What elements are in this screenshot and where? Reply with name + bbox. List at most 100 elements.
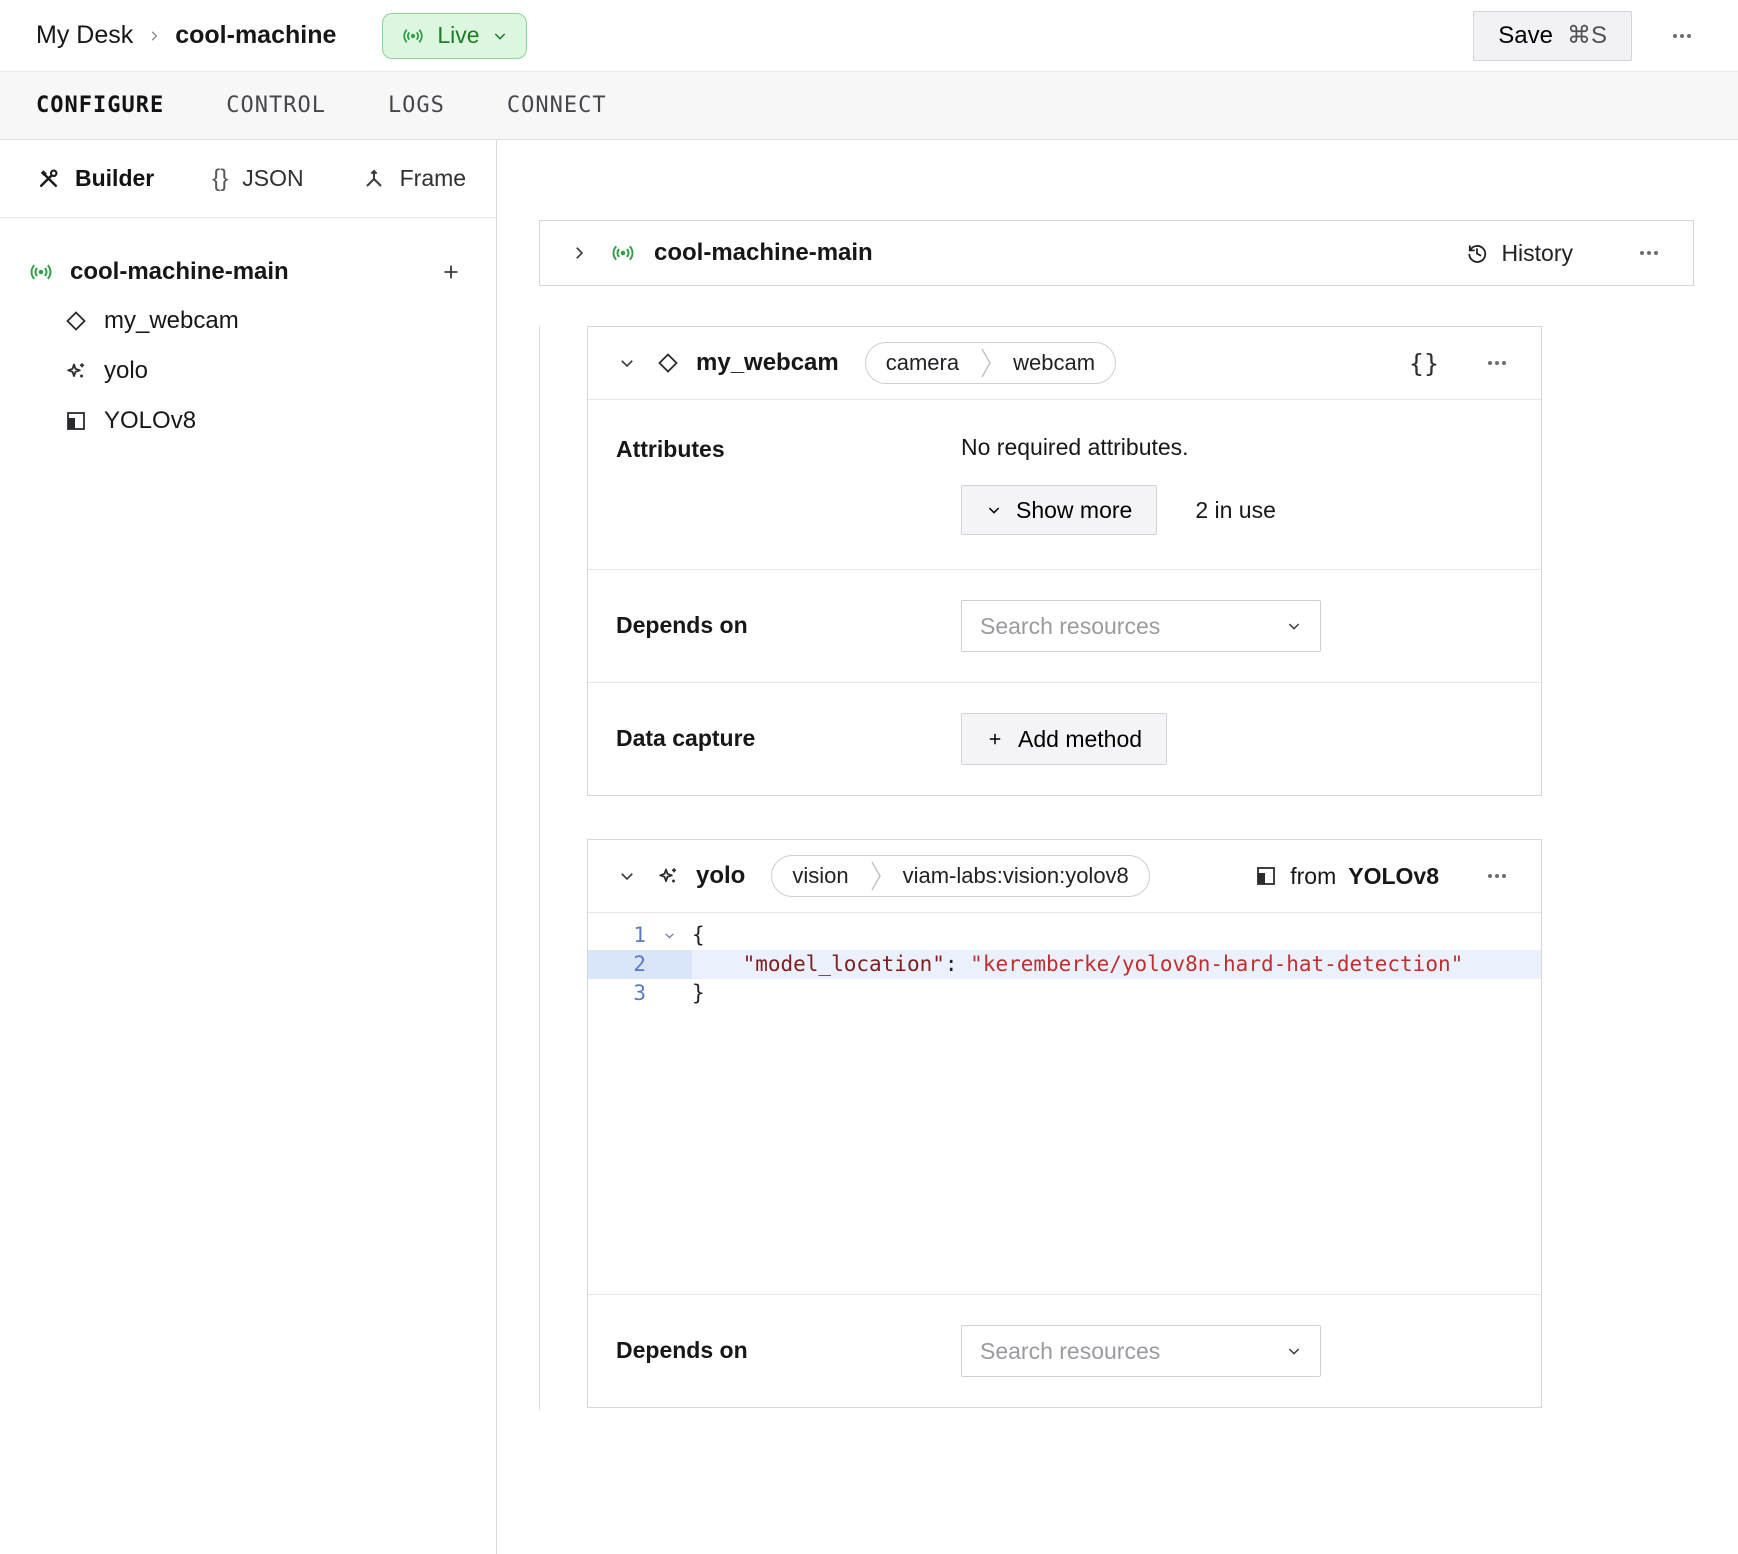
tree-item-yolov8-module[interactable]: YOLOv8 bbox=[28, 396, 468, 446]
show-more-label: Show more bbox=[1016, 497, 1132, 524]
live-status-dropdown[interactable]: Live bbox=[382, 13, 526, 59]
from-label: from bbox=[1290, 863, 1336, 890]
line-number: 2 bbox=[588, 950, 646, 979]
plus-icon bbox=[986, 730, 1004, 748]
tree-item-label: yolo bbox=[104, 357, 148, 385]
breadcrumb: My Desk cool-machine bbox=[36, 21, 336, 50]
sparkle-icon bbox=[656, 864, 680, 888]
module-icon bbox=[64, 409, 88, 433]
from-module-link[interactable]: from YOLOv8 bbox=[1254, 863, 1439, 890]
breadcrumb-separator-icon bbox=[147, 29, 161, 43]
top-bar-overflow-menu-icon[interactable] bbox=[1662, 16, 1702, 56]
from-module-name: YOLOv8 bbox=[1348, 863, 1439, 890]
tab-connect[interactable]: CONNECT bbox=[507, 93, 607, 118]
pill-separator-icon bbox=[869, 858, 883, 894]
attributes-label: Attributes bbox=[616, 434, 961, 535]
top-bar: My Desk cool-machine Live Save ⌘S bbox=[0, 0, 1738, 72]
webcam-attributes-section: Attributes No required attributes. Show … bbox=[588, 399, 1541, 569]
config-mode-switcher: Builder {} JSON Frame bbox=[0, 140, 496, 218]
webcam-overflow-menu-icon[interactable] bbox=[1479, 345, 1515, 381]
depends-select-placeholder: Search resources bbox=[980, 613, 1286, 640]
webcam-json-mode-icon[interactable]: {} bbox=[1409, 349, 1439, 378]
code-line-3: 3 } bbox=[588, 979, 1541, 1008]
component-model-pill: webcam bbox=[993, 350, 1115, 376]
code-value-token: "keremberke/yolov8n-hard-hat-detection" bbox=[970, 952, 1463, 976]
part-children-container: my_webcam camera webcam {} A bbox=[539, 326, 1694, 1410]
webcam-depends-section: Depends on Search resources bbox=[588, 569, 1541, 682]
breadcrumb-current: cool-machine bbox=[175, 21, 336, 50]
mode-builder[interactable]: Builder bbox=[36, 165, 154, 192]
code-indent bbox=[692, 952, 743, 976]
module-icon bbox=[1254, 864, 1278, 888]
tab-control[interactable]: CONTROL bbox=[226, 93, 326, 118]
machine-part-broadcast-icon bbox=[610, 240, 636, 266]
config-main-panel: cool-machine-main History bbox=[497, 140, 1738, 1554]
pill-separator-icon bbox=[979, 345, 993, 381]
code-colon-token: : bbox=[945, 952, 970, 976]
history-button[interactable]: History bbox=[1465, 240, 1573, 267]
add-component-icon[interactable] bbox=[434, 255, 468, 289]
depends-select-placeholder: Search resources bbox=[980, 1338, 1286, 1365]
attributes-in-use-count: 2 in use bbox=[1195, 497, 1276, 524]
show-more-chevron-down-icon bbox=[986, 502, 1002, 518]
webcam-card-header: my_webcam camera webcam {} bbox=[588, 327, 1541, 399]
part-collapse-chevron-right-icon[interactable] bbox=[566, 240, 592, 266]
live-label: Live bbox=[437, 22, 479, 49]
frame-axis-icon bbox=[362, 167, 386, 191]
save-shortcut-hint: ⌘S bbox=[1567, 21, 1607, 50]
show-more-button[interactable]: Show more bbox=[961, 485, 1157, 535]
machine-part-broadcast-icon bbox=[28, 259, 54, 285]
webcam-data-capture-section: Data capture Add method bbox=[588, 682, 1541, 795]
main-tab-bar: CONFIGURE CONTROL LOGS CONNECT bbox=[0, 72, 1738, 140]
component-card-my-webcam: my_webcam camera webcam {} A bbox=[587, 326, 1542, 796]
tab-configure[interactable]: CONFIGURE bbox=[36, 93, 164, 118]
webcam-depends-select[interactable]: Search resources bbox=[961, 600, 1321, 652]
mode-frame-label: Frame bbox=[400, 165, 466, 192]
diamond-icon bbox=[64, 309, 88, 333]
code-text: } bbox=[692, 979, 1541, 1008]
mode-json[interactable]: {} JSON bbox=[212, 165, 303, 193]
breadcrumb-root-link[interactable]: My Desk bbox=[36, 21, 133, 50]
component-tree: cool-machine-main my_webcam bbox=[0, 218, 496, 446]
yolo-attributes-code-editor[interactable]: 1 { 2 "model_location": "keremberke bbox=[588, 912, 1541, 1294]
tree-root-label: cool-machine-main bbox=[70, 258, 418, 286]
tree-item-label: YOLOv8 bbox=[104, 407, 196, 435]
part-overflow-menu-icon[interactable] bbox=[1631, 235, 1667, 271]
live-chevron-down-icon bbox=[492, 28, 508, 44]
depends-on-label: Depends on bbox=[616, 1325, 961, 1377]
diamond-icon bbox=[656, 351, 680, 375]
select-chevron-down-icon bbox=[1286, 618, 1302, 634]
service-model-pill: viam-labs:vision:yolov8 bbox=[883, 863, 1149, 889]
line-number: 3 bbox=[588, 979, 646, 1008]
save-button[interactable]: Save ⌘S bbox=[1473, 11, 1632, 61]
service-card-yolo: yolo vision viam-labs:vision:yolov8 bbox=[587, 839, 1542, 1408]
code-text: "model_location": "keremberke/yolov8n-ha… bbox=[692, 950, 1541, 979]
tree-root-machine-part[interactable]: cool-machine-main bbox=[28, 248, 468, 296]
live-broadcast-icon bbox=[401, 24, 425, 48]
yolo-depends-select[interactable]: Search resources bbox=[961, 1325, 1321, 1377]
data-capture-label: Data capture bbox=[616, 713, 961, 765]
depends-on-label: Depends on bbox=[616, 600, 961, 652]
add-method-button[interactable]: Add method bbox=[961, 713, 1167, 765]
select-chevron-down-icon bbox=[1286, 1343, 1302, 1359]
yolo-card-header: yolo vision viam-labs:vision:yolov8 bbox=[588, 840, 1541, 912]
part-title: cool-machine-main bbox=[654, 239, 1447, 267]
tab-logs[interactable]: LOGS bbox=[388, 93, 445, 118]
component-type-pill: camera bbox=[866, 350, 979, 376]
code-line-2: 2 "model_location": "keremberke/yolov8n-… bbox=[588, 950, 1541, 979]
yolo-overflow-menu-icon[interactable] bbox=[1479, 858, 1515, 894]
sparkle-icon bbox=[64, 359, 88, 383]
yolo-collapse-chevron-down-icon[interactable] bbox=[614, 863, 640, 889]
braces-icon: {} bbox=[212, 165, 228, 193]
tree-item-yolo[interactable]: yolo bbox=[28, 346, 468, 396]
yolo-depends-section: Depends on Search resources bbox=[588, 1294, 1541, 1407]
webcam-card-title: my_webcam bbox=[696, 349, 839, 377]
mode-frame[interactable]: Frame bbox=[362, 165, 466, 192]
webcam-collapse-chevron-down-icon[interactable] bbox=[614, 350, 640, 376]
tree-item-my-webcam[interactable]: my_webcam bbox=[28, 296, 468, 346]
mode-json-label: JSON bbox=[242, 165, 303, 192]
yolo-type-pills: vision viam-labs:vision:yolov8 bbox=[771, 855, 1149, 897]
code-fold-chevron-down-icon[interactable] bbox=[646, 921, 692, 950]
machine-part-header: cool-machine-main History bbox=[539, 220, 1694, 286]
service-type-pill: vision bbox=[772, 863, 868, 889]
